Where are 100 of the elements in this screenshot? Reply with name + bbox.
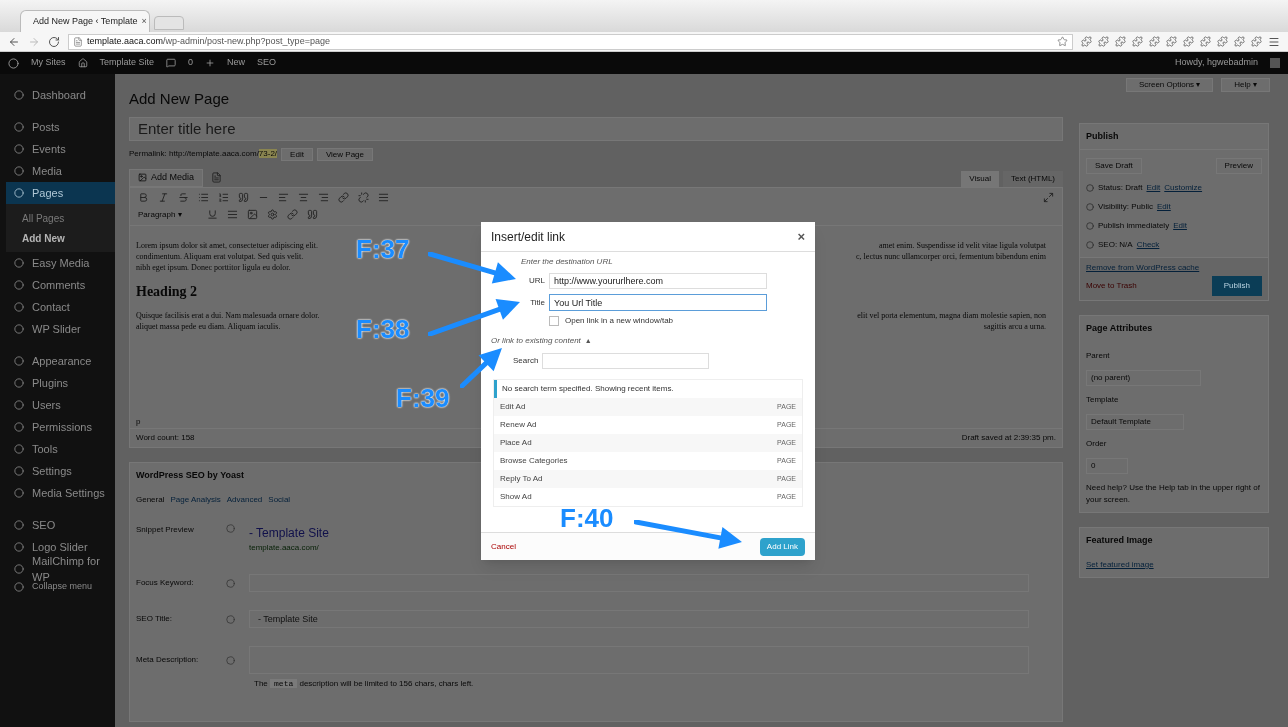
save-draft-button[interactable]: Save Draft [1086, 158, 1142, 174]
trash-link[interactable]: Move to Trash [1086, 280, 1137, 292]
sidebar-item[interactable]: Comments [6, 274, 115, 296]
sidebar-item[interactable]: Settings [6, 460, 115, 482]
sidebar-item[interactable]: Permissions [6, 416, 115, 438]
toolbar-icon[interactable] [287, 209, 298, 220]
edit-link[interactable]: Edit [1173, 220, 1187, 232]
seo-tab[interactable]: General [136, 494, 165, 506]
toolbar-icon[interactable] [358, 191, 369, 203]
toolbar-icon[interactable] [138, 191, 149, 203]
extension-icon[interactable] [1251, 36, 1262, 47]
extension-icon[interactable] [1200, 36, 1211, 47]
sidebar-item[interactable]: Media [6, 160, 115, 182]
sidebar-item[interactable]: Media Settings [6, 482, 115, 504]
editor-tab[interactable]: Text (HTML) [1003, 170, 1063, 187]
admin-bar-link[interactable]: Template Site [99, 56, 155, 70]
screen-options-button[interactable]: Screen Options ▾ [1125, 78, 1214, 92]
back-icon[interactable] [8, 35, 20, 48]
sidebar-item[interactable]: Tools [6, 438, 115, 460]
help-icon[interactable] [226, 655, 235, 665]
extension-icon[interactable] [1132, 36, 1143, 47]
seo-tab[interactable]: Advanced [226, 494, 263, 506]
greeting-link[interactable]: Howdy, hgwebadmin [1175, 56, 1258, 70]
parent-select[interactable]: (no parent) [1086, 369, 1201, 386]
edit-link[interactable]: Customize [1164, 182, 1203, 194]
existing-content-toggle[interactable]: Or link to existing content [491, 335, 581, 347]
sidebar-item[interactable]: Easy Media [6, 252, 115, 274]
cache-link[interactable]: Remove from WordPress cache [1086, 262, 1262, 274]
permalink-button[interactable]: Edit [281, 147, 313, 161]
close-button[interactable]: × [797, 226, 805, 247]
extension-icon[interactable] [1217, 36, 1228, 47]
admin-bar-link[interactable]: New [227, 56, 246, 70]
extension-icon[interactable] [1081, 36, 1092, 47]
toolbar-icon[interactable] [238, 191, 249, 203]
sidebar-item[interactable]: Users [6, 394, 115, 416]
bookmark-star-icon[interactable] [1057, 36, 1068, 47]
seo-tab[interactable]: Social [268, 494, 291, 506]
post-title-field[interactable]: Enter title here [129, 116, 1063, 141]
editor-tab[interactable]: Visual [961, 170, 999, 187]
fullscreen-icon[interactable] [1043, 191, 1054, 203]
admin-bar-link[interactable]: SEO [257, 56, 277, 70]
sidebar-item[interactable]: Contact [6, 296, 115, 318]
template-select[interactable]: Default Template [1086, 413, 1184, 430]
order-field[interactable]: 0 [1086, 457, 1128, 474]
preview-button[interactable]: Preview [1215, 158, 1262, 174]
seo-tab[interactable]: Page Analysis [170, 494, 221, 506]
edit-link[interactable]: Edit [1157, 201, 1171, 213]
publish-button[interactable]: Publish [1211, 276, 1262, 296]
sidebar-item[interactable]: Posts [6, 116, 115, 138]
form-icon[interactable] [211, 172, 223, 183]
sidebar-item[interactable]: Pages [6, 182, 115, 204]
extension-icon[interactable] [1115, 36, 1126, 47]
toolbar-icon[interactable] [298, 191, 309, 203]
collapse-menu-button[interactable]: Collapse menu [6, 580, 115, 594]
checkbox[interactable] [549, 316, 559, 326]
tab-close-button[interactable]: × [141, 14, 147, 29]
toolbar-icon[interactable] [338, 191, 349, 203]
url-field[interactable]: http://www.yoururlhere.com [549, 273, 767, 289]
sidebar-item[interactable]: Events [6, 138, 115, 160]
help-icon[interactable] [226, 524, 235, 533]
toolbar-icon[interactable] [227, 209, 238, 220]
toolbar-icon[interactable] [307, 209, 318, 220]
toolbar-icon[interactable] [207, 209, 218, 220]
toolbar-icon[interactable] [178, 191, 189, 203]
reload-icon[interactable] [48, 35, 60, 48]
permalink-button[interactable]: View Page [316, 147, 373, 161]
sidebar-item[interactable]: Plugins [6, 372, 115, 394]
sidebar-item[interactable]: SEO [6, 514, 115, 536]
toolbar-icon[interactable] [278, 191, 289, 203]
sidebar-item[interactable]: WP Slider [6, 318, 115, 340]
add-media-button[interactable]: Add Media [129, 168, 204, 187]
help-icon[interactable] [226, 614, 235, 624]
toolbar-icon[interactable] [267, 209, 278, 220]
extension-icon[interactable] [1098, 36, 1109, 47]
comment-count[interactable]: 0 [188, 56, 194, 70]
submenu-item[interactable]: Add New [6, 228, 115, 248]
toolbar-icon[interactable] [158, 191, 169, 203]
toolbar-icon[interactable] [247, 209, 258, 220]
submenu-item[interactable]: All Pages [6, 208, 115, 228]
extension-icon[interactable] [1166, 36, 1177, 47]
format-select[interactable]: Paragraph ▾ [138, 208, 198, 221]
search-field[interactable] [542, 353, 710, 369]
title-field[interactable]: You Url Title [549, 294, 767, 311]
sidebar-item[interactable]: Appearance [6, 350, 115, 372]
screen-options-button[interactable]: Help ▾ [1221, 78, 1270, 92]
toolbar-icon[interactable] [218, 191, 229, 203]
toolbar-icon[interactable] [378, 191, 389, 203]
sidebar-item[interactable]: Dashboard [6, 84, 115, 106]
featured-image-link[interactable]: Set featured image [1086, 559, 1154, 571]
add-link-button[interactable]: Add Link [759, 537, 805, 556]
sidebar-item[interactable]: Logo Slider [6, 536, 115, 558]
cancel-link[interactable]: Cancel [491, 540, 516, 553]
admin-bar-link[interactable]: My Sites [31, 56, 66, 70]
toolbar-icon[interactable] [198, 191, 209, 203]
address-bar[interactable]: template.aaca.com/wp-admin/post-new.php?post_type=page [68, 33, 1073, 50]
menu-icon[interactable] [1268, 35, 1280, 48]
toolbar-icon[interactable] [318, 191, 329, 203]
extension-icon[interactable] [1149, 36, 1160, 47]
edit-link[interactable]: Edit [1146, 182, 1161, 194]
edit-link[interactable]: Check [1136, 239, 1160, 251]
